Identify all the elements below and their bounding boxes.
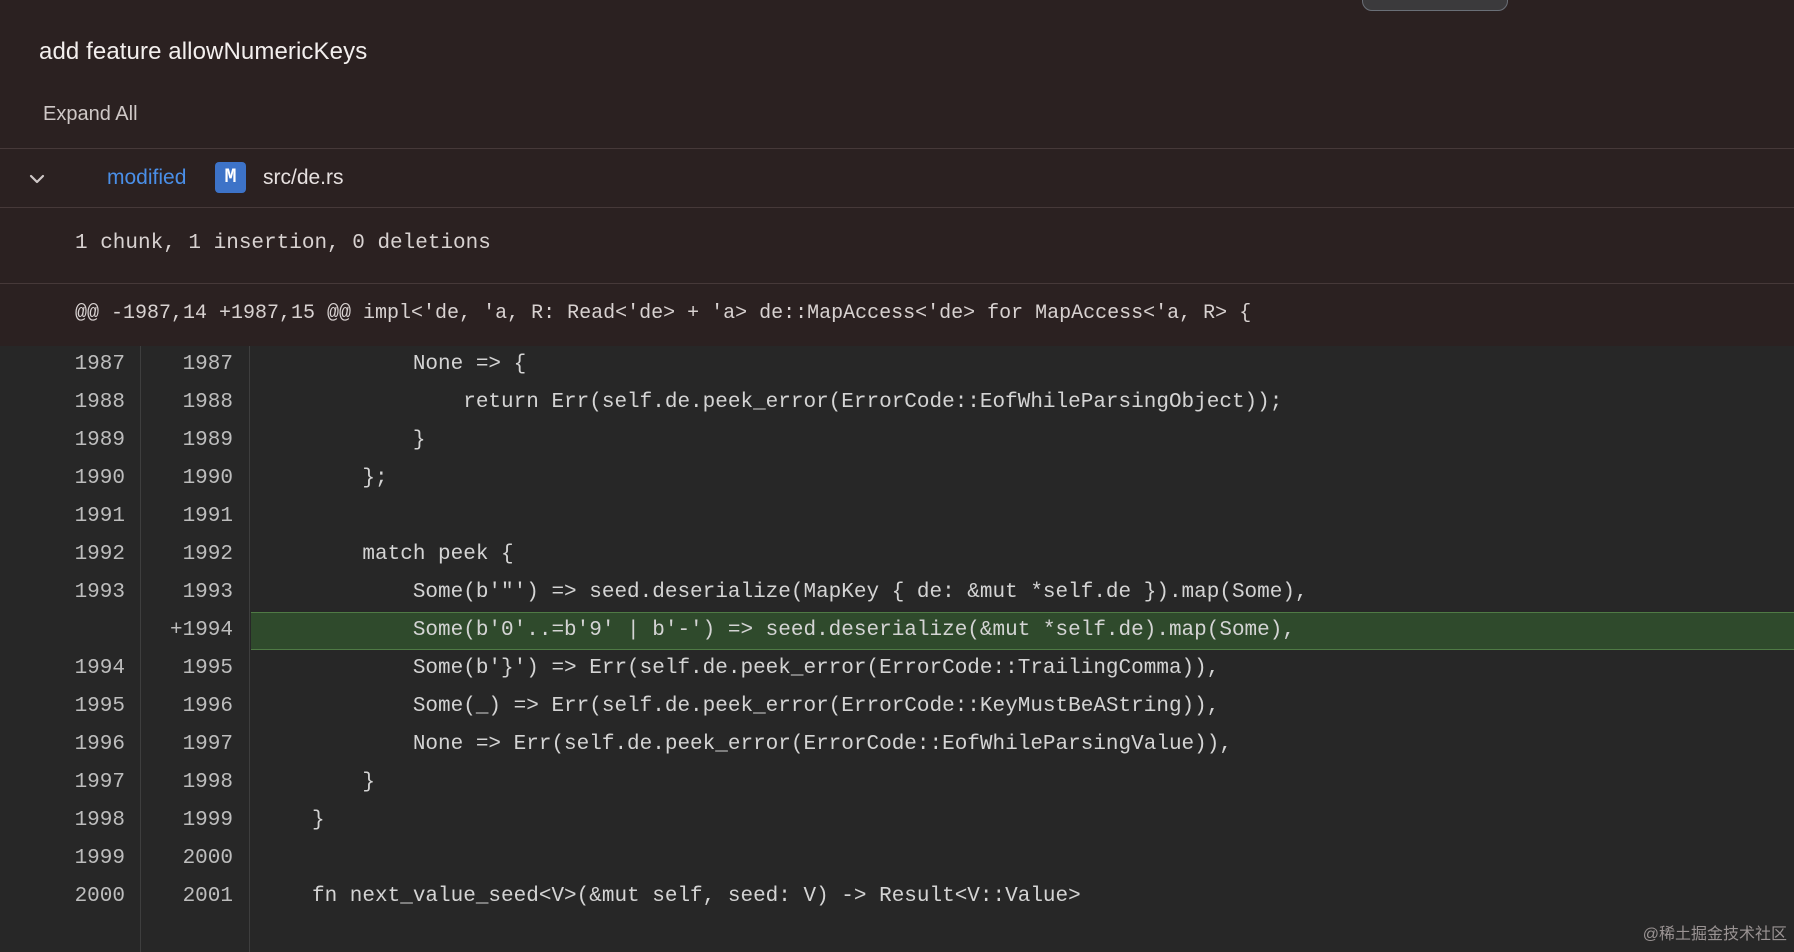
- modified-badge: M: [215, 162, 246, 193]
- new-line-number: 1993: [182, 581, 233, 604]
- code-text: None => {: [312, 353, 527, 376]
- old-line-number: 1988: [74, 391, 125, 414]
- diff-line: 1988 1988 return Err(self.de.peek_error(E…: [0, 384, 1794, 422]
- old-line-number: 1995: [74, 695, 125, 718]
- diff-lines: 1987 1987 None => { 1988 1988 return Err(se…: [0, 346, 1794, 916]
- new-line-number: 1997: [182, 733, 233, 756]
- code-text: fn next_value_seed<V>(&mut self, seed: V…: [312, 885, 1081, 908]
- diff-line: 1997 1998 }: [0, 764, 1794, 802]
- diff-line: 2000 2001 fn next_value_seed<V>(&mut self,…: [0, 878, 1794, 916]
- new-line-number: 1992: [182, 543, 233, 566]
- watermark: @稀土掘金技术社区: [1642, 926, 1787, 943]
- diff-line: 1999 2000: [0, 840, 1794, 878]
- commit-title: add feature allowNumericKeys: [39, 38, 368, 65]
- divider: [0, 283, 1794, 284]
- hunk-header: @@ -1987,14 +1987,15 @@ impl<'de, 'a, R:…: [75, 302, 1252, 325]
- code-text: }: [312, 771, 376, 794]
- file-path[interactable]: src/de.rs: [263, 166, 344, 190]
- divider: [0, 207, 1794, 208]
- diff-line: 1987 1987 None => {: [0, 346, 1794, 384]
- old-line-number: 1998: [74, 809, 125, 832]
- new-line-number: 1988: [182, 391, 233, 414]
- old-line-number: 1996: [74, 733, 125, 756]
- old-line-number: 1997: [74, 771, 125, 794]
- new-line-number: 1996: [182, 695, 233, 718]
- old-line-number: 1989: [74, 429, 125, 452]
- diff-line-added: +1994 Some(b'0'..=b'9' | b'-') => seed.d…: [0, 612, 1794, 650]
- diff-line: 1996 1997 None => Err(self.de.peek_error(…: [0, 726, 1794, 764]
- code-text: match peek {: [312, 543, 514, 566]
- new-line-number: 1989: [182, 429, 233, 452]
- old-line-number: 1987: [74, 353, 125, 376]
- new-line-number: +1994: [169, 619, 233, 642]
- diff-line: 1990 1990 };: [0, 460, 1794, 498]
- code-text: };: [312, 467, 388, 490]
- new-line-number: 1999: [182, 809, 233, 832]
- top-tab[interactable]: [1362, 0, 1508, 11]
- old-line-number: 1993: [74, 581, 125, 604]
- divider: [0, 148, 1794, 149]
- new-line-number: 1995: [182, 657, 233, 680]
- diff-summary: 1 chunk, 1 insertion, 0 deletions: [75, 232, 491, 255]
- old-line-number: 1990: [74, 467, 125, 490]
- code-text: }: [312, 429, 426, 452]
- diff-line: 1989 1989 }: [0, 422, 1794, 460]
- code-text: return Err(self.de.peek_error(ErrorCode:…: [312, 391, 1283, 414]
- code-text: Some(_) => Err(self.de.peek_error(ErrorC…: [312, 695, 1220, 718]
- code-text: None => Err(self.de.peek_error(ErrorCode…: [312, 733, 1232, 756]
- diff-line: 1998 1999}: [0, 802, 1794, 840]
- old-line-number: 1994: [74, 657, 125, 680]
- new-line-number: 1998: [182, 771, 233, 794]
- file-status: modified: [107, 166, 187, 189]
- diff-line: 1992 1992 match peek {: [0, 536, 1794, 574]
- new-line-number: 1990: [182, 467, 233, 490]
- old-line-number: 1991: [74, 505, 125, 528]
- diff-line: 1995 1996 Some(_) => Err(self.de.peek_err…: [0, 688, 1794, 726]
- new-line-number: 1987: [182, 353, 233, 376]
- diff-line: 1994 1995 Some(b'}') => Err(self.de.peek_…: [0, 650, 1794, 688]
- code-text: Some(b'}') => Err(self.de.peek_error(Err…: [312, 657, 1220, 680]
- old-line-number: 2000: [74, 885, 125, 908]
- chevron-down-icon[interactable]: [26, 168, 48, 190]
- code-text: }: [312, 809, 325, 832]
- new-line-number: 2001: [182, 885, 233, 908]
- code-text: Some(b'"') => seed.deserialize(MapKey { …: [312, 581, 1308, 604]
- old-line-number: 1992: [74, 543, 125, 566]
- code-text: Some(b'0'..=b'9' | b'-') => seed.deseria…: [312, 619, 1295, 642]
- new-line-number: 1991: [182, 505, 233, 528]
- diff-line: 1993 1993 Some(b'"') => seed.deserialize(…: [0, 574, 1794, 612]
- diff-viewer: add feature allowNumericKeys Expand All …: [0, 0, 1794, 952]
- new-line-number: 2000: [182, 847, 233, 870]
- expand-all-button[interactable]: Expand All: [43, 103, 138, 126]
- code-area: 1987 1987 None => { 1988 1988 return Err(se…: [0, 346, 1794, 952]
- old-line-number: 1999: [74, 847, 125, 870]
- diff-line: 1991 1991: [0, 498, 1794, 536]
